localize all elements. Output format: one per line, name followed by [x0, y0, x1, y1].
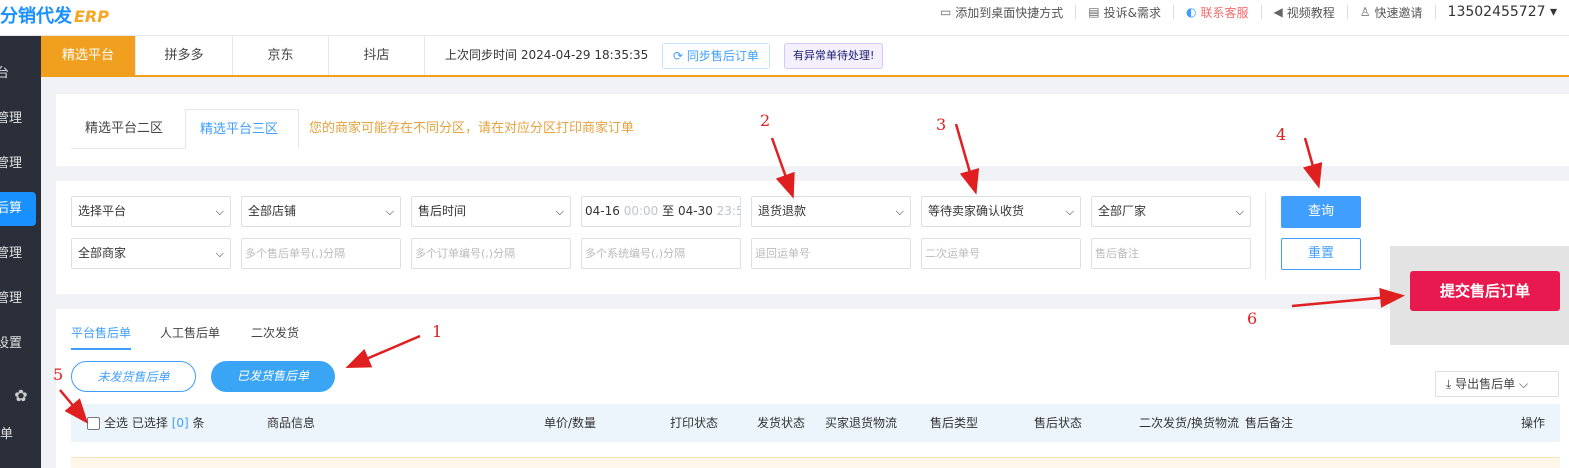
refresh-icon: ⟳ — [673, 49, 687, 63]
aftersale-list-panel: 平台售后单 人工售后单 二次发货 未发货售后单 已发货售后单 — [56, 309, 1390, 468]
annotation-arrow-6 — [1291, 287, 1405, 308]
app-logo[interactable]: 分销代发 ERP — [0, 2, 109, 28]
aftersale-remark-input[interactable]: 售后备注 — [1091, 238, 1251, 269]
chevron-down-icon: ⌵ — [1235, 205, 1244, 218]
contact-support-link[interactable]: ◐ 联系客服 — [1174, 5, 1262, 20]
column-header: 发货状态 — [757, 416, 806, 430]
zone-tab-2[interactable]: 精选平台二区 — [71, 109, 186, 149]
tab-jingdong[interactable]: 京东 — [233, 36, 329, 75]
chevron-down-icon: ⌵ — [215, 205, 224, 218]
chevron-down-icon: ⌵ — [1515, 377, 1529, 391]
zone-tip: 您的商家可能存在不同分区，请在对应分区打印商家订单 — [309, 121, 635, 136]
top-bar: 分销代发 ERP ▭ 添加到桌面快捷方式 ▤ 投诉&需求 ◐ 联系客服 ◀ 视频教程 ♙ 快… — [0, 0, 1569, 36]
feedback-link[interactable]: ▤ 投诉&需求 — [1076, 5, 1174, 20]
last-sync-time: 上次同步时间 2024-04-29 18:35:35 — [445, 48, 649, 62]
tab-pinduoduo[interactable]: 拼多多 — [136, 36, 233, 75]
platform-tab-row: 精选平台 拼多多 京东 抖店 上次同步时间 2024-04-29 18:35:3… — [41, 36, 1569, 77]
submit-aftersale-button[interactable]: 提交售后订单 — [1410, 271, 1560, 311]
column-header: 商品信息 — [267, 416, 316, 430]
annotation-label: 2 — [760, 111, 771, 130]
tab-second-shipment[interactable]: 二次发货 — [251, 324, 299, 350]
annotation-label: 1 — [432, 322, 443, 341]
monitor-icon: ▭ — [939, 5, 952, 19]
user-icon: ♙ — [1359, 5, 1371, 19]
vendor-select[interactable]: 全部厂家 ⌵ — [1091, 196, 1251, 227]
account-phone-menu[interactable]: 13502455727 ▾ — [1436, 4, 1569, 20]
table-row[interactable] — [71, 457, 1560, 468]
select-all-label: 全选 已选择 [0] 条 — [104, 416, 205, 430]
table-header: 全选 已选择 [0] 条 商品信息 单价/数量 打印状态 发货状态 买家退货物流… — [71, 404, 1560, 442]
chevron-down-icon: ⌵ — [215, 247, 224, 260]
quick-invite-link[interactable]: ♙ 快速邀请 — [1348, 5, 1436, 20]
column-header: 单价/数量 — [544, 416, 597, 430]
tab-platform-aftersale[interactable]: 平台售后单 — [71, 324, 132, 350]
filter-divider — [1265, 193, 1266, 279]
chevron-down-icon: ⌵ — [895, 205, 904, 218]
gear-icon[interactable]: ✿ — [4, 386, 38, 410]
play-icon: ◀ — [1273, 5, 1283, 19]
sidebar-item-7[interactable]: 设置 — [0, 327, 41, 361]
merchant-select[interactable]: 全部商家 ⌵ — [71, 238, 231, 269]
chevron-down-icon: ⌵ — [555, 205, 564, 218]
sidebar-item-8[interactable]: 订单 — [0, 418, 41, 452]
shipped-aftersale-pill[interactable]: 已发货售后单 — [211, 361, 335, 392]
column-header: 二次发货/换货物流 — [1139, 416, 1240, 430]
select-all-checkbox[interactable] — [87, 417, 100, 430]
chevron-down-icon: ⌵ — [1065, 205, 1074, 218]
sidebar-item-2[interactable]: 管理 — [0, 102, 41, 136]
add-desktop-shortcut-link[interactable]: ▭ 添加到桌面快捷方式 — [928, 5, 1077, 20]
aftersale-type-select[interactable]: 退货退款 ⌵ — [751, 196, 911, 227]
order-no-input[interactable]: 多个订单编号(,)分隔 — [411, 238, 571, 269]
video-tutorial-link[interactable]: ◀ 视频教程 — [1262, 5, 1348, 20]
shop-select[interactable]: 全部店铺 ⌵ — [241, 196, 401, 227]
headset-icon: ◐ — [1186, 5, 1197, 19]
sync-aftersale-button[interactable]: ⟳ 同步售后订单 — [662, 43, 770, 69]
export-aftersale-button[interactable]: ⤓ 导出售后单 ⌵ — [1435, 371, 1559, 397]
filter-panel: 选择平台 ⌵ 全部店铺 ⌵ 售后时间 ⌵ 04-16 00:00 至 04-30 23… — [56, 181, 1569, 294]
zone-panel: 精选平台二区 精选平台三区 您的商家可能存在不同分区，请在对应分区打印商家订单 — [56, 94, 1569, 166]
column-header: 售后备注 — [1245, 416, 1294, 430]
tab-douyin[interactable]: 抖店 — [329, 36, 425, 75]
chevron-down-icon: ⌵ — [385, 205, 394, 218]
annotation-label: 3 — [936, 115, 947, 134]
sidebar-item-4-active[interactable]: 后算 — [0, 192, 36, 226]
sidebar: 台 管理 管理 后算 管理 管理 设置 ✿ 订单 — [0, 36, 41, 468]
column-header: 打印状态 — [670, 416, 719, 430]
reset-button[interactable]: 重置 — [1281, 238, 1361, 270]
date-range-picker[interactable]: 04-16 00:00 至 04-30 23:59 — [581, 196, 741, 227]
column-header: 售后类型 — [930, 416, 979, 430]
time-type-select[interactable]: 售后时间 ⌵ — [411, 196, 571, 227]
aftersale-no-input[interactable]: 多个售后单号(,)分隔 — [241, 238, 401, 269]
annotation-label: 5 — [53, 365, 64, 384]
query-button[interactable]: 查询 — [1281, 196, 1361, 228]
download-icon: ⤓ — [1446, 377, 1456, 391]
sidebar-item-3[interactable]: 管理 — [0, 147, 41, 181]
column-header: 售后状态 — [1034, 416, 1083, 430]
annotation-label: 6 — [1247, 309, 1258, 328]
column-header: 操作 — [1521, 416, 1546, 430]
aftersale-status-select[interactable]: 等待卖家确认收货 ⌵ — [921, 196, 1081, 227]
tab-manual-aftersale[interactable]: 人工售后单 — [160, 324, 220, 350]
column-header: 买家退货物流 — [825, 416, 898, 430]
sidebar-item-5[interactable]: 管理 — [0, 237, 41, 271]
abnormal-orders-button[interactable]: 有异常单待处理! — [784, 43, 884, 69]
return-waybill-input[interactable]: 退回运单号 — [751, 238, 911, 269]
unshipped-aftersale-pill[interactable]: 未发货售后单 — [71, 361, 196, 392]
feedback-icon: ▤ — [1088, 5, 1100, 19]
platform-select[interactable]: 选择平台 ⌵ — [71, 196, 231, 227]
zone-tab-3[interactable]: 精选平台三区 — [185, 109, 299, 149]
top-links: ▭ 添加到桌面快捷方式 ▤ 投诉&需求 ◐ 联系客服 ◀ 视频教程 ♙ 快速邀请 1350… — [928, 0, 1569, 24]
sidebar-item-6[interactable]: 管理 — [0, 282, 41, 316]
sidebar-item-1[interactable]: 台 — [0, 57, 41, 91]
annotation-label: 4 — [1276, 125, 1287, 144]
second-waybill-input[interactable]: 二次运单号 — [921, 238, 1081, 269]
system-no-input[interactable]: 多个系统编号(,)分隔 — [581, 238, 741, 269]
tab-jingxuan[interactable]: 精选平台 — [41, 36, 136, 75]
